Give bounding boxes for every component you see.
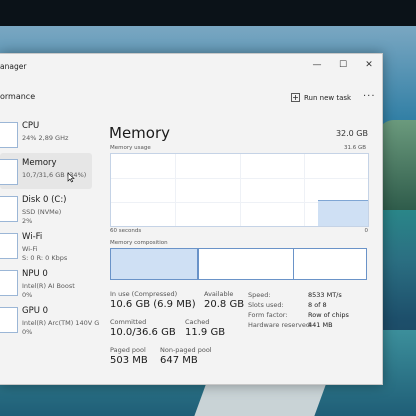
memory-composition-label: Memory composition bbox=[110, 240, 168, 246]
detail-key: Hardware reserved: bbox=[248, 321, 313, 329]
stat-label: Non-paged pool bbox=[160, 346, 212, 354]
memory-composition-bar[interactable] bbox=[110, 248, 367, 280]
stat-value: 11.9 GB bbox=[185, 327, 226, 338]
detail-value: Row of chips bbox=[308, 311, 349, 319]
detail-value: 8 of 8 bbox=[308, 301, 327, 309]
sidebar-item-detail: Intel(R) AI Boost bbox=[22, 282, 75, 290]
composition-modified[interactable] bbox=[199, 249, 294, 279]
task-manager-window: anager — ☐ ✕ ormance Run new task ··· CP… bbox=[0, 53, 383, 385]
stat-label: Paged pool bbox=[110, 346, 146, 354]
detail-key: Form factor: bbox=[248, 311, 288, 319]
memory-usage-fill bbox=[318, 200, 368, 226]
sidebar-item-detail-2: 2% bbox=[22, 217, 33, 225]
stat-value: 647 MB bbox=[160, 355, 198, 366]
sidebar-item-label: NPU 0 bbox=[22, 269, 48, 279]
monitor-bezel bbox=[0, 0, 416, 26]
graph-zero-label: 0 bbox=[364, 228, 369, 234]
stat-value: 20.8 GB bbox=[204, 299, 245, 310]
npu-thumbnail bbox=[0, 270, 18, 296]
window-controls: — ☐ ✕ bbox=[304, 54, 382, 76]
sidebar-item-label: Memory bbox=[22, 158, 57, 168]
detail-row: Form factor: Row of chips bbox=[248, 311, 349, 321]
sidebar-item-detail: SSD (NVMe) bbox=[22, 208, 62, 216]
run-task-icon bbox=[291, 93, 300, 102]
stat-committed: Committed 10.0/36.6 GB bbox=[110, 318, 176, 338]
stat-available: Available 20.8 GB bbox=[204, 290, 244, 310]
memory-details: Speed: 8533 MT/s Slots used: 8 of 8 Form… bbox=[248, 291, 349, 331]
stat-cached: Cached 11.9 GB bbox=[185, 318, 225, 338]
sidebar-item-disk[interactable]: Disk 0 (C:) SSD (NVMe) 2% bbox=[0, 190, 92, 226]
sidebar-item-detail: 24% 2,89 GHz bbox=[22, 134, 69, 142]
sidebar-item-npu[interactable]: NPU 0 Intel(R) AI Boost 0% bbox=[0, 264, 92, 300]
composition-standby[interactable] bbox=[294, 249, 366, 279]
sidebar-item-detail-2: 0% bbox=[22, 291, 33, 299]
close-button[interactable]: ✕ bbox=[356, 54, 382, 76]
stat-paged-pool: Paged pool 503 MB bbox=[110, 346, 148, 366]
title-bar[interactable]: anager — ☐ ✕ bbox=[0, 54, 382, 76]
sidebar-item-gpu[interactable]: GPU 0 Intel(R) Arc(TM) 140V G 0% bbox=[0, 301, 99, 337]
stat-label: Cached bbox=[185, 318, 210, 326]
memory-thumbnail bbox=[0, 159, 18, 185]
sidebar-item-label: Disk 0 (C:) bbox=[22, 195, 67, 205]
composition-in-use[interactable] bbox=[111, 249, 199, 279]
sidebar-item-label: CPU bbox=[22, 121, 40, 131]
sidebar-item-wifi[interactable]: Wi-Fi Wi-Fi S: 0 R: 0 Kbps bbox=[0, 227, 92, 263]
sidebar-item-detail-2: S: 0 R: 0 Kbps bbox=[22, 254, 68, 262]
mouse-cursor-icon bbox=[67, 172, 75, 183]
gpu-thumbnail bbox=[0, 307, 18, 333]
detail-key: Slots used: bbox=[248, 301, 284, 309]
performance-sidebar: CPU 24% 2,89 GHz Memory 10,7/31,6 GB (34… bbox=[0, 116, 99, 384]
stat-label: Available bbox=[204, 290, 234, 298]
detail-key: Speed: bbox=[248, 291, 271, 299]
sidebar-item-detail: 10,7/31,6 GB (34%) bbox=[22, 171, 87, 179]
sidebar-item-label: Wi-Fi bbox=[22, 232, 43, 242]
sidebar-item-detail: Intel(R) Arc(TM) 140V G bbox=[22, 319, 100, 327]
minimize-button[interactable]: — bbox=[304, 54, 330, 76]
sidebar-item-memory[interactable]: Memory 10,7/31,6 GB (34%) bbox=[0, 153, 92, 189]
detail-row: Speed: 8533 MT/s bbox=[248, 291, 349, 301]
sidebar-item-detail-2: 0% bbox=[22, 328, 33, 336]
stat-label: In use (Compressed) bbox=[110, 290, 178, 298]
page-title: ormance bbox=[0, 92, 36, 101]
memory-panel: Memory 32.0 GB Memory usage 31.6 GB 60 s… bbox=[100, 116, 382, 384]
stat-non-paged-pool: Non-paged pool 647 MB bbox=[160, 346, 212, 366]
maximize-button[interactable]: ☐ bbox=[330, 54, 356, 76]
run-new-task-button[interactable]: Run new task bbox=[291, 93, 351, 102]
memory-usage-label: Memory usage bbox=[110, 145, 151, 151]
stat-label: Committed bbox=[110, 318, 147, 326]
detail-value: 441 MB bbox=[308, 321, 333, 329]
sidebar-item-label: GPU 0 bbox=[22, 306, 49, 316]
graph-time-label: 60 seconds bbox=[110, 228, 142, 234]
memory-usage-graph bbox=[110, 153, 369, 227]
memory-usage-max: 31.6 GB bbox=[343, 145, 366, 151]
detail-row: Hardware reserved: 441 MB bbox=[248, 321, 349, 331]
wifi-thumbnail bbox=[0, 233, 18, 259]
cpu-thumbnail bbox=[0, 122, 18, 148]
sidebar-item-cpu[interactable]: CPU 24% 2,89 GHz bbox=[0, 116, 92, 152]
more-options-button[interactable]: ··· bbox=[363, 91, 376, 102]
detail-row: Slots used: 8 of 8 bbox=[248, 301, 349, 311]
stat-value: 10.0/36.6 GB bbox=[110, 327, 176, 338]
sidebar-item-detail: Wi-Fi bbox=[22, 245, 38, 253]
stat-value: 10.6 GB (6.9 MB) bbox=[110, 299, 196, 310]
run-new-task-label: Run new task bbox=[304, 93, 352, 102]
memory-total: 32.0 GB bbox=[335, 129, 368, 138]
stat-value: 503 MB bbox=[110, 355, 148, 366]
disk-thumbnail bbox=[0, 196, 18, 222]
app-title: anager bbox=[0, 62, 27, 71]
detail-value: 8533 MT/s bbox=[308, 291, 342, 299]
memory-title: Memory bbox=[109, 124, 171, 142]
stat-in-use: In use (Compressed) 10.6 GB (6.9 MB) bbox=[110, 290, 196, 310]
wallpaper-dock bbox=[194, 385, 326, 416]
